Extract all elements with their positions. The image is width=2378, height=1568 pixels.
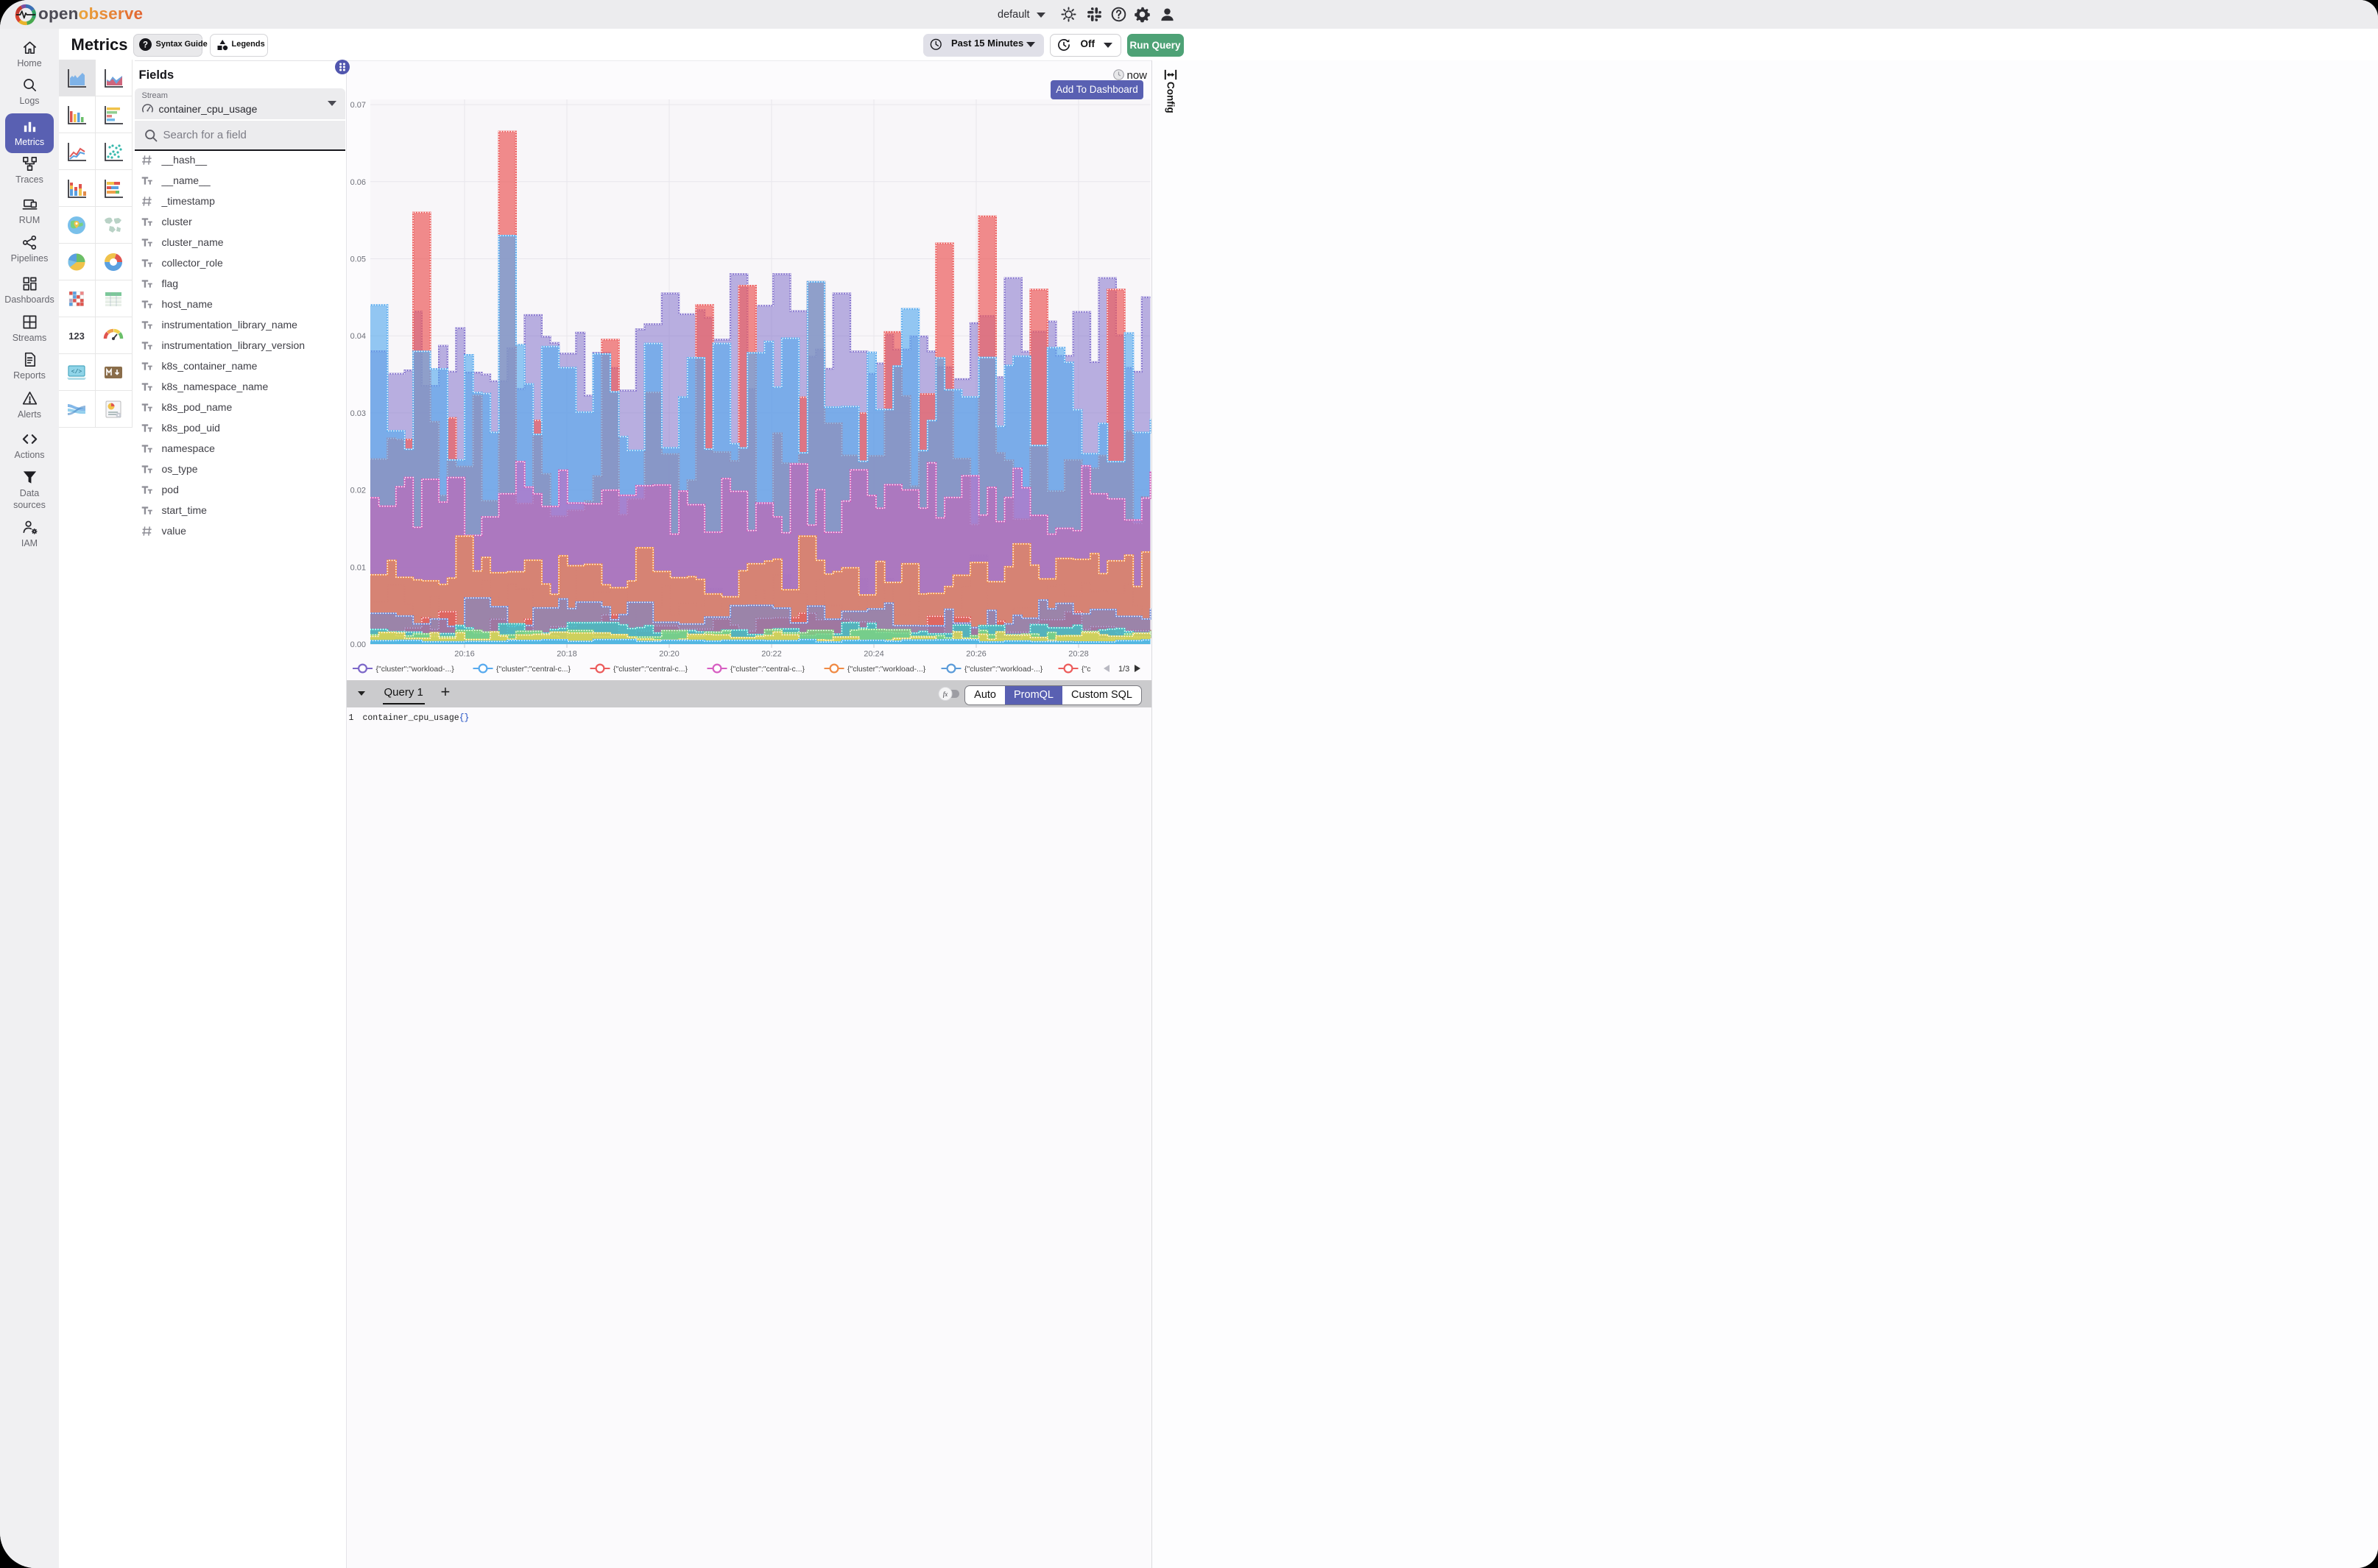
svg-text:?: ?: [142, 41, 147, 50]
svg-text:20:16: 20:16: [454, 650, 475, 659]
svg-text:</>: </>: [71, 369, 82, 375]
svg-text:{"cluster":"central-c...}: {"cluster":"central-c...}: [496, 665, 571, 674]
svg-text:fx: fx: [943, 691, 948, 698]
svg-text:{"cluster":"workload-...}: {"cluster":"workload-...}: [847, 665, 926, 674]
svg-text:20:20: 20:20: [659, 650, 680, 659]
svg-text:0.07: 0.07: [350, 101, 365, 110]
svg-text:{"cluster":"workload-...}: {"cluster":"workload-...}: [964, 665, 1043, 674]
svg-text:{"cluster":"central-c...}: {"cluster":"central-c...}: [730, 665, 805, 674]
svg-text:{"cluster":"central-c...}: {"cluster":"central-c...}: [613, 665, 688, 674]
svg-text:1/3: 1/3: [1118, 665, 1129, 674]
svg-text:0.00: 0.00: [350, 640, 365, 649]
svg-text:0.02: 0.02: [350, 487, 365, 495]
svg-text:20:28: 20:28: [1068, 650, 1089, 659]
svg-text:0.04: 0.04: [350, 332, 365, 341]
svg-text:{"c: {"c: [1082, 665, 1090, 674]
svg-text:0.06: 0.06: [350, 178, 365, 187]
svg-text:{"cluster":"workload-...}: {"cluster":"workload-...}: [375, 665, 454, 674]
svg-text:20:24: 20:24: [864, 650, 884, 659]
svg-text:0.01: 0.01: [350, 563, 365, 572]
svg-text:20:18: 20:18: [557, 650, 577, 659]
svg-text:123: 123: [68, 331, 85, 342]
svg-text:0.03: 0.03: [350, 409, 365, 418]
svg-text:20:26: 20:26: [966, 650, 987, 659]
svg-text:20:22: 20:22: [761, 650, 782, 659]
svg-text:0.05: 0.05: [350, 255, 365, 264]
